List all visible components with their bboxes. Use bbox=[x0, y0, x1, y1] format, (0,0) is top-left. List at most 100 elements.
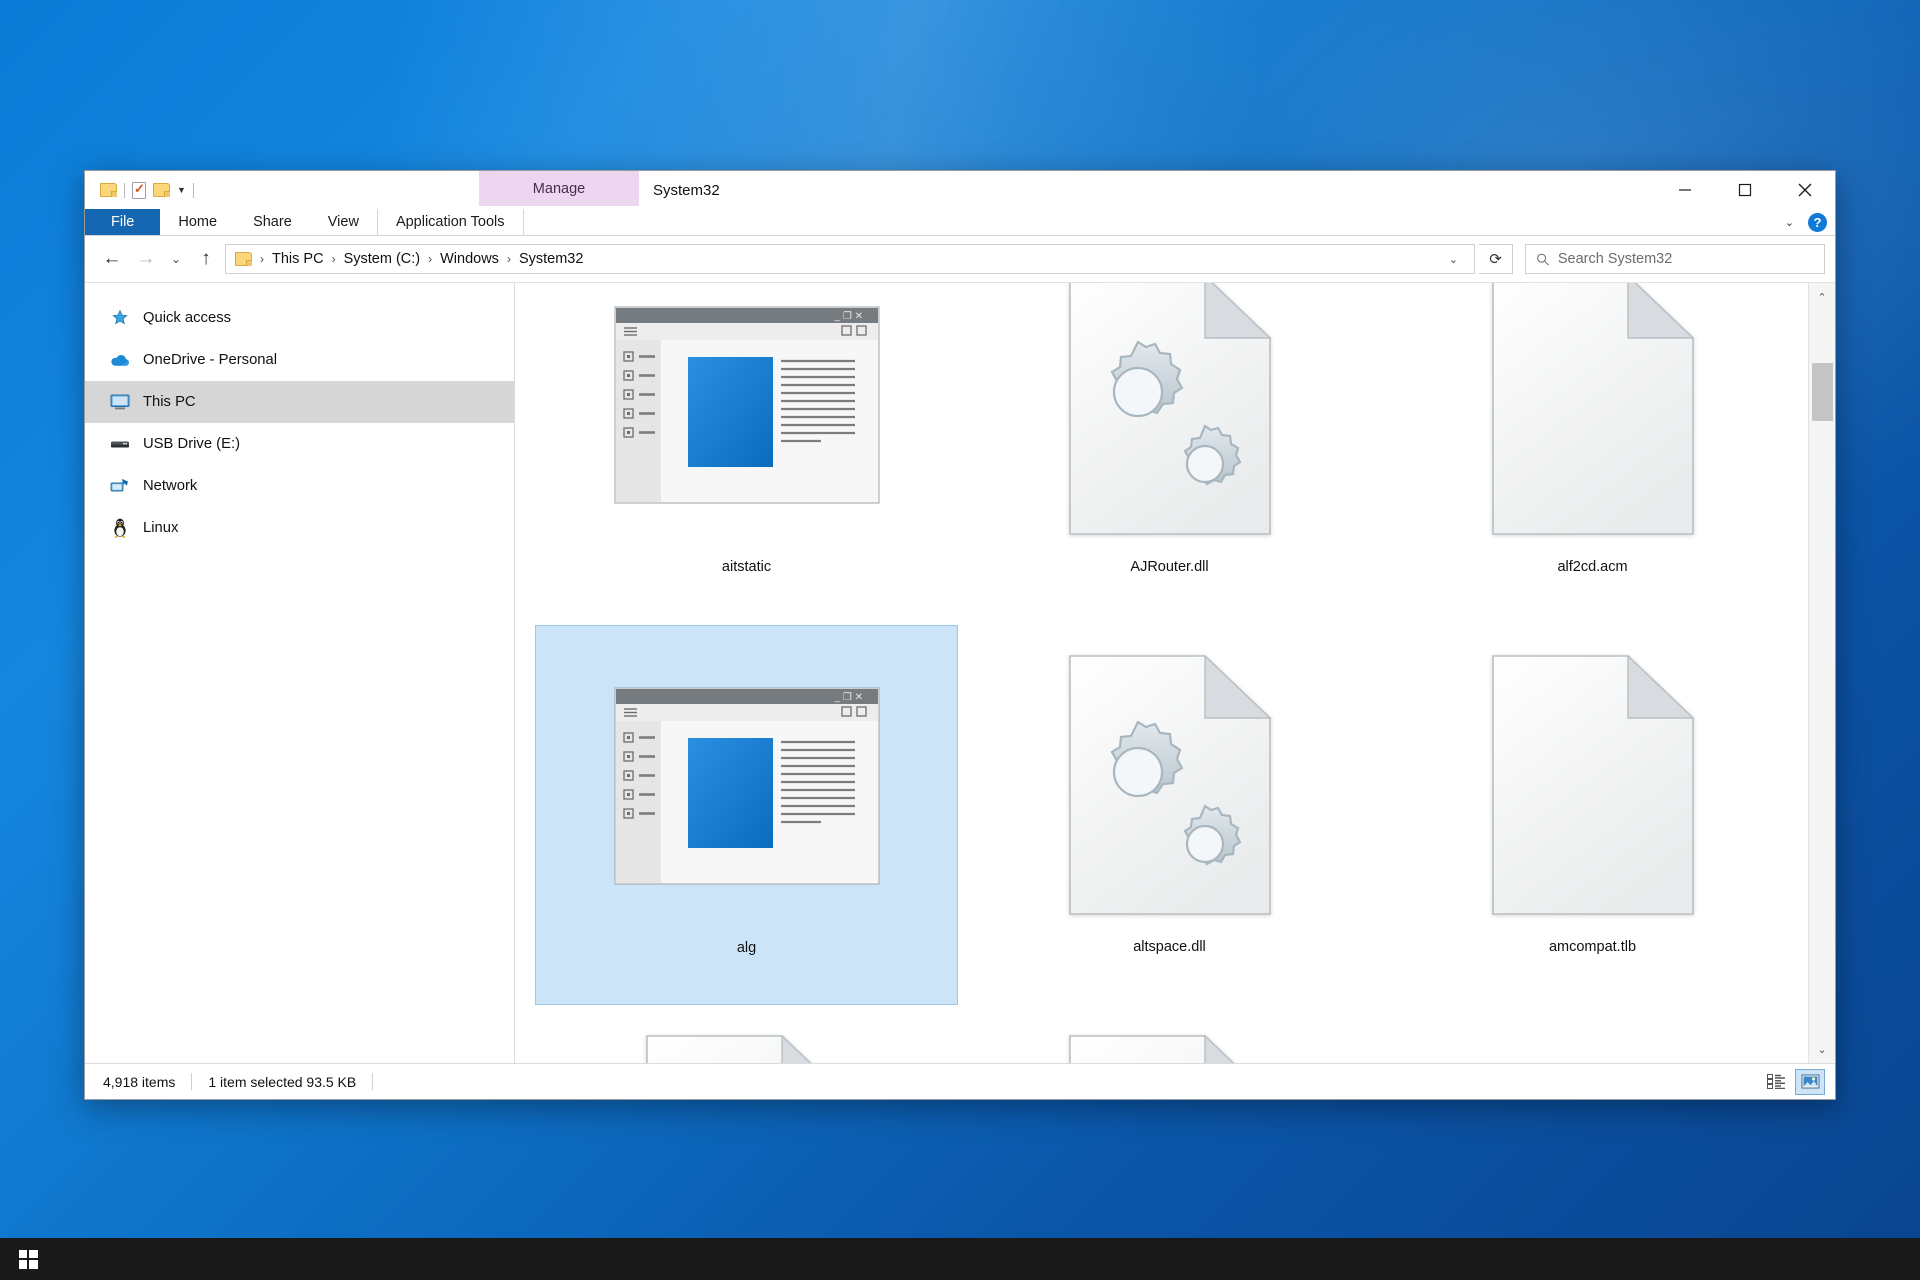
file-name: alf2cd.acm bbox=[1557, 559, 1628, 575]
file-grid: _ ❐ ✕ aitstatic AJRouter.dll alf2cd.acm … bbox=[535, 283, 1805, 1063]
status-divider-2 bbox=[372, 1073, 374, 1090]
search-box[interactable] bbox=[1525, 244, 1825, 274]
tab-view[interactable]: View bbox=[310, 209, 377, 235]
search-input[interactable] bbox=[1557, 251, 1814, 267]
properties-icon[interactable] bbox=[132, 181, 146, 199]
new-folder-icon[interactable] bbox=[153, 183, 170, 197]
contextual-tab-label: Manage bbox=[479, 171, 639, 206]
details-view-icon[interactable] bbox=[1761, 1069, 1791, 1095]
title-bar: ▼ Manage System32 bbox=[85, 171, 1835, 209]
windows-logo-icon bbox=[18, 1249, 38, 1269]
up-button[interactable]: ↑ bbox=[191, 244, 221, 274]
file-name: altspace.dll bbox=[1133, 939, 1206, 955]
monitor-icon bbox=[109, 391, 131, 413]
help-icon[interactable]: ? bbox=[1808, 212, 1827, 232]
file-item[interactable]: _ ❐ ✕ bbox=[1381, 1005, 1804, 1063]
search-icon bbox=[1537, 253, 1549, 265]
folder-icon[interactable] bbox=[100, 183, 117, 197]
chevron-down-icon-ribbon[interactable]: ⌄ bbox=[1785, 216, 1794, 229]
file-item[interactable]: amd_comgr.dll bbox=[535, 1005, 958, 1063]
file-name: aitstatic bbox=[721, 559, 772, 575]
file-item[interactable]: _ ❐ ✕ bbox=[535, 283, 958, 625]
status-divider bbox=[191, 1073, 193, 1090]
breadcrumb-separator-0: › bbox=[260, 252, 264, 266]
chevron-down-icon-address[interactable]: ⌄ bbox=[1439, 253, 1468, 266]
chevron-down-icon[interactable]: ▼ bbox=[177, 185, 186, 195]
breadcrumb-separator-1: › bbox=[331, 252, 336, 266]
forward-button[interactable]: → bbox=[131, 244, 161, 274]
sidebar-label: OneDrive - Personal bbox=[143, 352, 278, 368]
status-bar: 4,918 items 1 item selected 93.5 KB bbox=[85, 1063, 1835, 1099]
ribbon-tabs: File Home Share View Application Tools ⌄… bbox=[85, 209, 1835, 235]
view-switcher bbox=[1761, 1068, 1825, 1095]
sidebar-label: This PC bbox=[143, 394, 196, 410]
file-explorer-window: ▼ Manage System32 File Home Share View A… bbox=[84, 170, 1836, 1100]
file-item[interactable]: AJRouter.dll bbox=[958, 283, 1381, 625]
tab-application-tools[interactable]: Application Tools bbox=[376, 209, 524, 235]
tab-share[interactable]: Share bbox=[235, 209, 310, 235]
explorer-body: Quick access OneDrive - Personal This PC… bbox=[85, 282, 1835, 1063]
breadcrumb-separator-2: › bbox=[428, 252, 433, 266]
qat-separator bbox=[124, 182, 125, 198]
window-title: System32 bbox=[653, 181, 720, 199]
breadcrumb-separator-3: › bbox=[506, 252, 511, 266]
sidebar-item-usb-drive[interactable]: USB Drive (E:) bbox=[85, 423, 514, 465]
breadcrumb-system-c[interactable]: System (C:) bbox=[340, 251, 425, 267]
star-icon bbox=[109, 307, 131, 329]
sidebar-item-linux[interactable]: Linux bbox=[85, 507, 514, 549]
penguin-icon bbox=[109, 517, 131, 539]
ribbon-right-controls: ⌄ ? bbox=[1785, 209, 1827, 235]
scrollbar-thumb[interactable] bbox=[1811, 363, 1833, 421]
file-list-pane[interactable]: _ ❐ ✕ aitstatic AJRouter.dll alf2cd.acm … bbox=[515, 283, 1835, 1063]
breadcrumb-folder-icon bbox=[235, 252, 252, 266]
taskbar bbox=[0, 1238, 1920, 1280]
minimize-button[interactable] bbox=[1655, 171, 1715, 209]
sidebar-item-onedrive[interactable]: OneDrive - Personal bbox=[85, 339, 514, 381]
file-row: _ ❐ ✕ bbox=[535, 283, 1805, 625]
breadcrumb[interactable]: › This PC › System (C:) › Windows › Syst… bbox=[225, 244, 1475, 274]
sidebar-label: Quick access bbox=[143, 310, 231, 326]
blank-document-icon bbox=[1443, 283, 1743, 555]
breadcrumb-windows[interactable]: Windows bbox=[436, 251, 503, 267]
tab-file[interactable]: File bbox=[85, 209, 161, 235]
recent-locations-button[interactable]: ⌄ bbox=[165, 244, 187, 274]
close-button[interactable] bbox=[1775, 171, 1835, 209]
sidebar-item-quick-access[interactable]: Quick access bbox=[85, 297, 514, 339]
breadcrumb-system32[interactable]: System32 bbox=[515, 251, 587, 267]
sidebar-item-network[interactable]: Network bbox=[85, 465, 514, 507]
file-item[interactable]: amcompat.tlb bbox=[1381, 625, 1804, 1005]
app-window-icon: _ ❐ ✕ bbox=[597, 283, 897, 555]
sidebar-label: Network bbox=[143, 478, 198, 494]
blank-document-icon bbox=[1443, 635, 1743, 935]
sidebar-item-this-pc[interactable]: This PC bbox=[85, 381, 514, 423]
file-item-selected[interactable]: _ ❐ ✕ alg bbox=[535, 625, 958, 1005]
refresh-icon[interactable]: ⟳ bbox=[1479, 244, 1513, 274]
back-button[interactable]: ← bbox=[97, 244, 127, 274]
scroll-down-button[interactable]: ⌄ bbox=[1809, 1035, 1836, 1063]
breadcrumb-this-pc[interactable]: This PC bbox=[268, 251, 328, 267]
app-window-icon: _ ❐ ✕ bbox=[1443, 1015, 1743, 1063]
sidebar-label: USB Drive (E:) bbox=[143, 436, 241, 452]
scrollbar-track[interactable] bbox=[1809, 311, 1836, 1035]
network-icon bbox=[109, 475, 131, 497]
address-bar: ← → ⌄ ↑ › This PC › System (C:) › Window… bbox=[85, 236, 1835, 282]
file-name: AJRouter.dll bbox=[1130, 559, 1209, 575]
file-item[interactable]: altspace.dll bbox=[958, 625, 1381, 1005]
scroll-up-button[interactable]: ⌃ bbox=[1809, 283, 1836, 311]
file-item[interactable]: amdave64.dll bbox=[958, 1005, 1381, 1063]
svg-text:_ ❐ ✕: _ ❐ ✕ bbox=[833, 692, 862, 703]
svg-text:_ ❐ ✕: _ ❐ ✕ bbox=[833, 311, 862, 322]
navigation-pane: Quick access OneDrive - Personal This PC… bbox=[85, 283, 515, 1063]
maximize-button[interactable] bbox=[1715, 171, 1775, 209]
quick-access-toolbar: ▼ bbox=[85, 171, 194, 209]
gears-document-icon bbox=[1020, 283, 1320, 555]
vertical-scrollbar[interactable]: ⌃ ⌄ bbox=[1808, 283, 1835, 1063]
file-item[interactable]: alf2cd.acm bbox=[1381, 283, 1804, 625]
tab-home[interactable]: Home bbox=[160, 209, 235, 235]
selection-info: 1 item selected 93.5 KB bbox=[208, 1073, 357, 1090]
file-name: alg bbox=[736, 940, 757, 956]
large-icons-view-icon[interactable] bbox=[1795, 1068, 1825, 1095]
start-button[interactable] bbox=[0, 1238, 56, 1280]
file-name: amcompat.tlb bbox=[1548, 939, 1637, 955]
gears-document-icon bbox=[597, 1015, 897, 1063]
